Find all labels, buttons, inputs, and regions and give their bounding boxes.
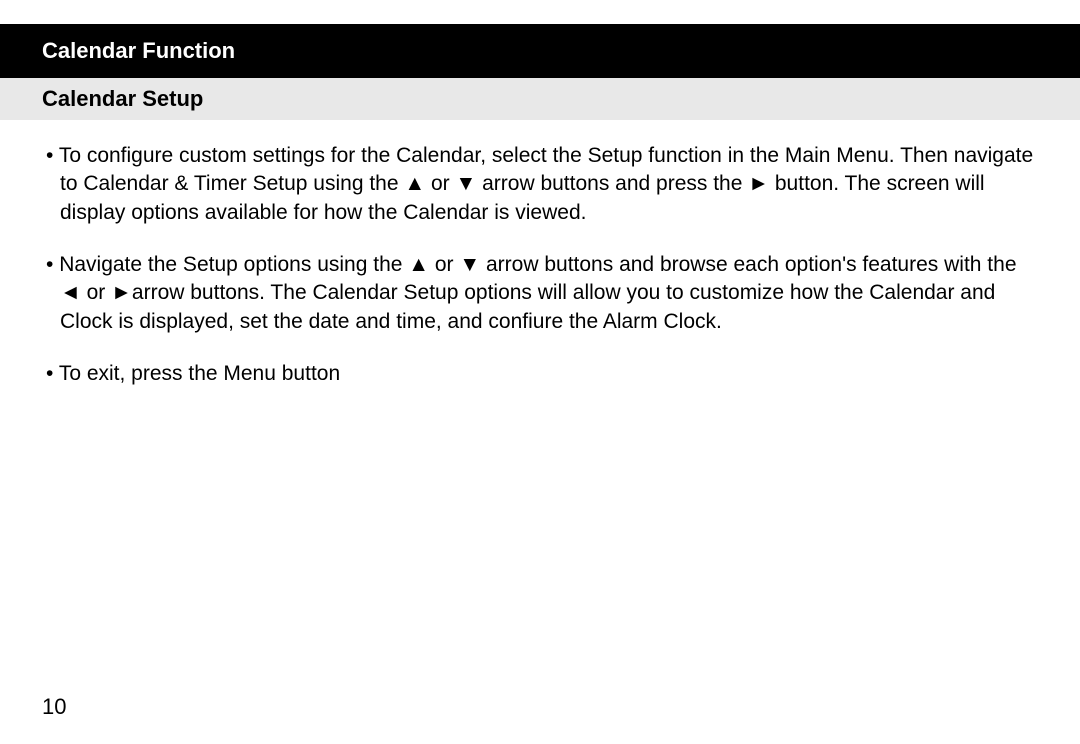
bullet-paragraph: To exit, press the Menu button	[42, 360, 1038, 388]
bullet-paragraph: To configure custom settings for the Cal…	[42, 142, 1038, 227]
page-number: 10	[42, 694, 66, 720]
section-header-black: Calendar Function	[0, 24, 1080, 78]
bullet-paragraph: Navigate the Setup options using the ▲ o…	[42, 251, 1038, 336]
content-area: To configure custom settings for the Cal…	[0, 120, 1080, 388]
section-title: Calendar Function	[42, 38, 1080, 64]
section-subtitle: Calendar Setup	[42, 86, 1080, 112]
section-header-grey: Calendar Setup	[0, 78, 1080, 120]
